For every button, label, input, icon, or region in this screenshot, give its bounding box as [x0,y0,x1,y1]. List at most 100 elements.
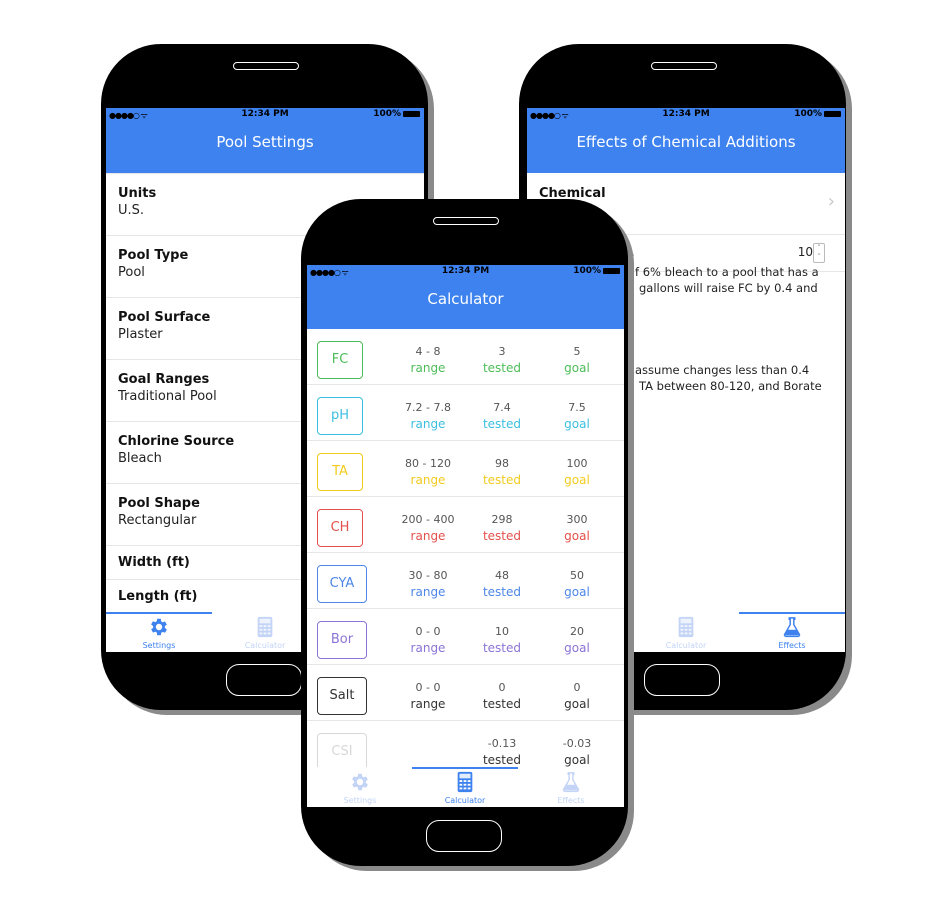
range-label: range [410,417,446,431]
chemical-chip-csi[interactable]: CSI [317,733,367,771]
tab-settings[interactable]: Settings [307,767,413,807]
goal-label: goal [564,585,590,599]
gear-icon [151,618,167,636]
goal-cell[interactable]: 100 goal [542,456,612,488]
tested-label: tested [482,585,522,599]
range-cell[interactable]: 80 - 120 range [393,456,463,488]
tested-value: 7.4 [493,401,511,414]
tested-label: tested [482,361,522,375]
tab-settings[interactable]: Settings [106,612,212,652]
range-label: range [410,641,446,655]
phone-calculator: ●●●●○ ᯤ 12:34 PM 100% Calculator FC 4 - 8… [301,199,628,866]
stepper-up-icon[interactable]: ˄ [814,244,824,253]
chemical-chip-bor[interactable]: Bor [317,621,367,659]
flask-icon [783,617,801,638]
tested-value: 98 [495,457,509,470]
stepper-down-icon[interactable]: ˅ [814,253,824,262]
battery-icon [603,267,620,274]
chemical-chip-ch[interactable]: CH [317,509,363,547]
calculator-icon [257,616,273,638]
tested-value: -0.13 [487,737,517,750]
range-label: range [410,697,446,711]
home-button[interactable] [225,664,302,696]
tab-label: Calculator [444,796,486,805]
range-value: 200 - 400 [401,513,455,526]
tab-label: Calculator [665,641,707,650]
range-cell[interactable]: 200 - 400 range [393,512,463,544]
page-title: Effects of Chemical Additions [527,122,845,173]
home-button[interactable] [644,664,720,696]
tested-cell[interactable]: 0 tested [467,680,537,712]
tested-value: 0 [498,681,506,694]
home-button[interactable] [425,820,502,852]
goal-value: 100 [566,457,588,470]
calc-row-fc: FC 4 - 8 range 3 tested 5 goal [307,329,624,385]
range-cell[interactable]: 7.2 - 7.8 range [393,400,463,432]
gear-icon [352,773,368,791]
goal-cell[interactable]: -0.03 goal [542,736,612,768]
goal-label: goal [564,473,590,487]
tab-bar: Settings Calculator Effects [307,767,624,807]
chemical-chip-fc[interactable]: FC [317,341,363,379]
tested-cell[interactable]: 7.4 tested [467,400,537,432]
page-title: Pool Settings [106,122,424,173]
tested-cell[interactable]: 10 tested [467,624,537,656]
range-value: 0 - 0 [415,681,441,694]
tab-effects[interactable]: Effects [739,612,845,652]
page-title: Calculator [307,279,624,329]
tab-calculator[interactable]: Calculator [412,767,518,807]
range-cell[interactable]: 4 - 8 range [393,344,463,376]
goal-value: 0 [573,681,581,694]
chemical-chip-cya[interactable]: CYA [317,565,367,603]
goal-cell[interactable]: 7.5 goal [542,400,612,432]
goal-value: 50 [570,569,584,582]
tab-calculator[interactable]: Calculator [633,612,739,652]
goal-cell[interactable]: 0 goal [542,680,612,712]
goal-value: 300 [566,513,588,526]
tab-label: Effects [778,641,806,650]
goal-value: -0.03 [562,737,592,750]
tab-label: Effects [557,796,585,805]
calculator-icon [457,771,473,793]
speaker-grille [650,62,717,70]
tested-cell[interactable]: 298 tested [467,512,537,544]
goal-label: goal [564,361,590,375]
calc-row-ch: CH 200 - 400 range 298 tested 300 goal [307,497,624,553]
calc-row-ph: pH 7.2 - 7.8 range 7.4 tested 7.5 goal [307,385,624,441]
status-bar: ●●●●○ ᯤ 12:34 PM 100% [527,108,845,122]
goal-cell[interactable]: 20 goal [542,624,612,656]
tested-label: tested [482,473,522,487]
battery-icon [824,110,841,117]
calculator-screen: ●●●●○ ᯤ 12:34 PM 100% Calculator FC 4 - 8… [307,265,624,807]
chemical-chip-ph[interactable]: pH [317,397,363,435]
goal-cell[interactable]: 50 goal [542,568,612,600]
tested-label: tested [482,697,522,711]
active-tab-indicator [412,767,518,769]
tab-label: Settings [142,641,176,650]
goal-cell[interactable]: 5 goal [542,344,612,376]
effects-paragraph-2: assume changes less than 0.4 TA between … [635,363,822,393]
tested-cell[interactable]: -0.13 tested [467,736,537,768]
effects-paragraph-1: f 6% bleach to a pool that has a gallons… [635,265,819,295]
flask-icon [562,772,580,793]
status-bar: ●●●●○ ᯤ 12:34 PM 100% [106,108,424,122]
tab-effects[interactable]: Effects [518,767,624,807]
goal-label: goal [564,753,590,767]
amount-stepper[interactable]: ˄ ˅ [813,243,825,263]
goal-value: 20 [570,625,584,638]
goal-value: 7.5 [568,401,586,414]
range-cell[interactable]: 0 - 0 range [393,680,463,712]
amount-label: . [631,245,635,259]
amount-value[interactable]: 10 [798,245,813,259]
range-cell[interactable]: 30 - 80 range [393,568,463,600]
tested-cell[interactable]: 98 tested [467,456,537,488]
goal-cell[interactable]: 300 goal [542,512,612,544]
battery-indicator: 100% [573,266,620,276]
calc-row-bor: Bor 0 - 0 range 10 tested 20 goal [307,609,624,665]
range-cell[interactable]: 0 - 0 range [393,624,463,656]
tab-label: Settings [343,796,377,805]
tested-cell[interactable]: 3 tested [467,344,537,376]
tested-cell[interactable]: 48 tested [467,568,537,600]
chemical-chip-ta[interactable]: TA [317,453,363,491]
chemical-chip-salt[interactable]: Salt [317,677,367,715]
